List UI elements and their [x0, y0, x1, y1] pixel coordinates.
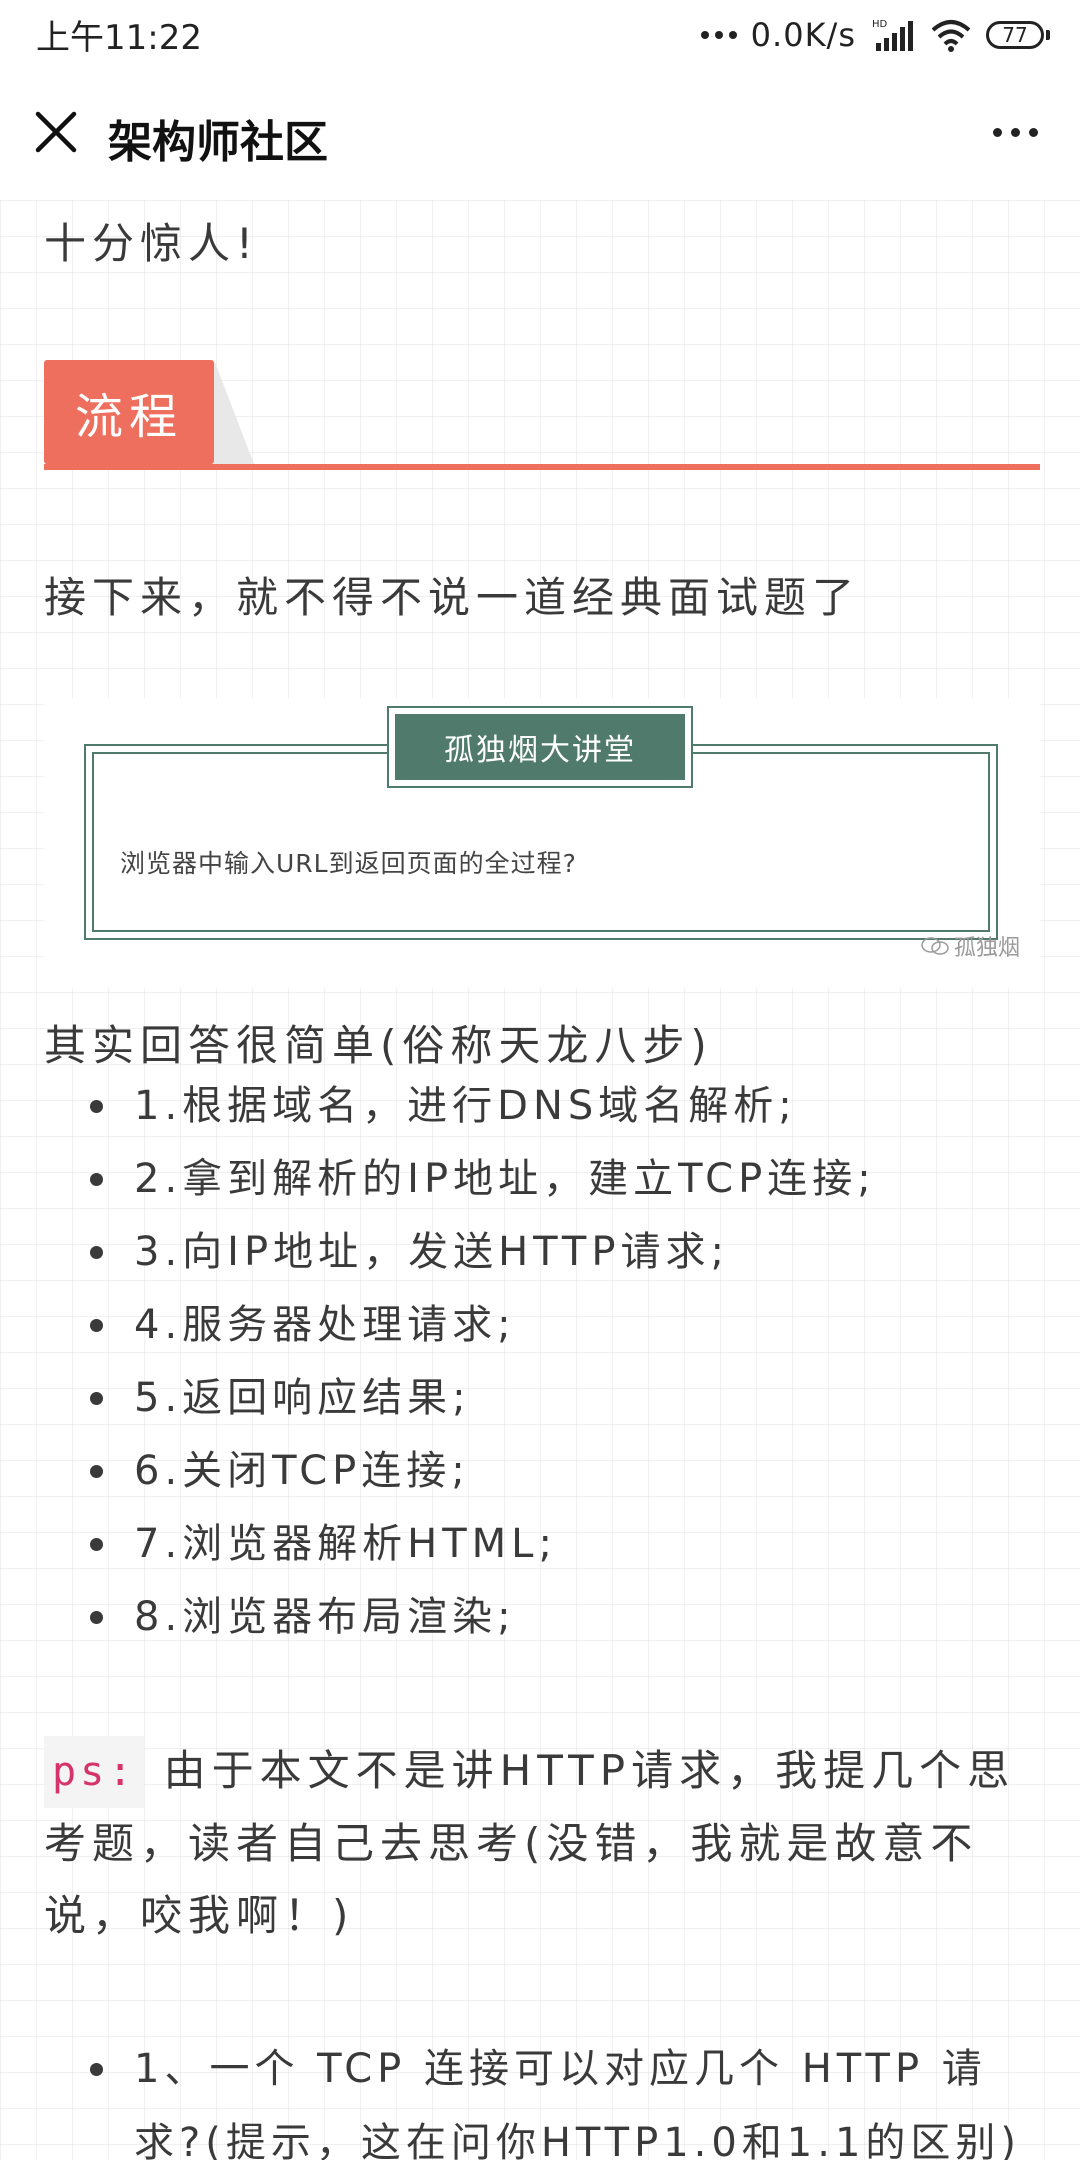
battery-icon: 77 [986, 21, 1050, 49]
section-fold-decoration [214, 360, 254, 464]
bullet-icon [90, 1100, 103, 1113]
article-content[interactable]: 十分惊人! 流程 接下来，就不得不说一道经典面试题了 孤独烟大讲堂 浏览器中输入… [0, 200, 1080, 2160]
list-item: 5.返回响应结果; [44, 1362, 876, 1435]
section-title: 流程 [44, 360, 214, 464]
network-badge: HD [872, 19, 888, 30]
answer-intro: 其实回答很简单(俗称天龙八步) [44, 1021, 713, 1070]
bullet-icon [90, 1611, 103, 1624]
ps-paragraph: ps: 由于本文不是讲HTTP请求，我提几个思考题，读者自己去思考(没错，我就是… [44, 1735, 1044, 1952]
more-notifications-icon [700, 31, 737, 39]
bullet-icon [90, 1246, 103, 1259]
status-indicators: 0.0K/s HD 77 [700, 12, 1050, 58]
more-options-icon[interactable] [993, 128, 1038, 137]
list-item: 1、一个 TCP 连接可以对应几个 HTTP 请求?(提示，这在问你HTTP1.… [44, 2032, 1044, 2160]
card-watermark: 孤独烟 [920, 930, 1020, 962]
list-item: 6.关闭TCP连接; [44, 1435, 876, 1508]
list-item: 2.拿到解析的IP地址，建立TCP连接; [44, 1143, 876, 1216]
page-title: 架构师社区 [108, 117, 328, 168]
list-item: 8.浏览器布局渲染; [44, 1581, 876, 1654]
bullet-icon [90, 1392, 103, 1405]
watermark-text: 孤独烟 [953, 936, 1020, 961]
list-item: 1.根据域名，进行DNS域名解析; [44, 1070, 876, 1143]
intro-text: 十分惊人! [44, 219, 259, 268]
signal-icon: HD [872, 19, 913, 51]
nav-bar: 架构师社区 [0, 70, 1080, 200]
bullet-icon [90, 2063, 103, 2076]
list-item: 4.服务器处理请求; [44, 1289, 876, 1362]
questions-list: 1、一个 TCP 连接可以对应几个 HTTP 请求?(提示，这在问你HTTP1.… [44, 2032, 1044, 2160]
list-item: 7.浏览器解析HTML; [44, 1508, 876, 1581]
question-card-image: 孤独烟大讲堂 浏览器中输入URL到返回页面的全过程? 孤独烟 [44, 698, 1040, 988]
bullet-icon [90, 1319, 103, 1332]
ps-tag: ps: [44, 1736, 145, 1808]
ps-text: 由于本文不是讲HTTP请求，我提几个思考题，读者自己去思考(没错，我就是故意不说… [44, 1746, 1016, 1940]
bullet-icon [90, 1465, 103, 1478]
section-divider [44, 464, 1040, 470]
status-time: 上午11:22 [36, 18, 202, 58]
bullet-icon [90, 1173, 103, 1186]
battery-level: 77 [1002, 23, 1028, 47]
card-question: 浏览器中输入URL到返回页面的全过程? [120, 849, 577, 878]
lead-text: 接下来，就不得不说一道经典面试题了 [44, 573, 861, 622]
network-speed: 0.0K/s [750, 16, 856, 54]
steps-list: 1.根据域名，进行DNS域名解析; 2.拿到解析的IP地址，建立TCP连接; 3… [44, 1070, 876, 1654]
status-bar: 上午11:22 0.0K/s HD 77 [0, 0, 1080, 70]
section-header: 流程 [44, 360, 1040, 472]
wechat-icon [921, 937, 949, 955]
close-icon[interactable] [34, 110, 78, 154]
list-item: 3.向IP地址，发送HTTP请求; [44, 1216, 876, 1289]
bullet-icon [90, 1538, 103, 1551]
wifi-icon [931, 20, 971, 52]
card-title: 孤独烟大讲堂 [387, 706, 693, 788]
